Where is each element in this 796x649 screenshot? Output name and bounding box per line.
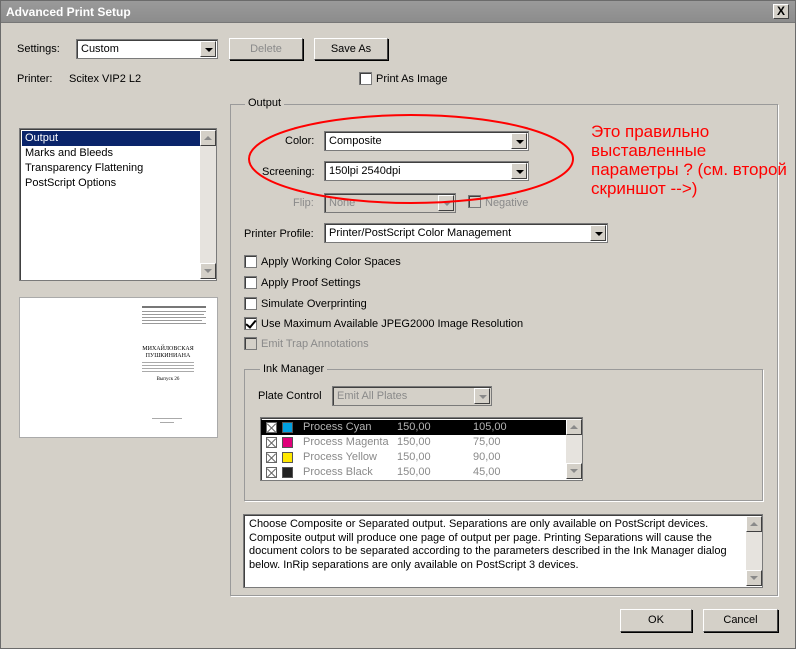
ink-lpi: 150,00	[397, 466, 431, 478]
sidebar-item-postscript-options[interactable]: PostScript Options	[25, 177, 116, 189]
plate-control-label: Plate Control	[258, 390, 322, 402]
emit-trap-annotations-checkbox[interactable]	[244, 337, 257, 350]
close-button[interactable]: X	[773, 4, 789, 19]
ink-lpi: 150,00	[397, 451, 431, 463]
print-ink-toggle-icon[interactable]	[266, 437, 277, 448]
ink-name: Process Cyan	[303, 421, 372, 433]
cancel-button[interactable]: Cancel	[703, 609, 778, 632]
description-line: Choose Composite or Separated output. Se…	[249, 518, 709, 530]
description-line: Composite output will produce one page o…	[249, 531, 712, 544]
red-ellipse-annotation	[248, 114, 574, 204]
scroll-down-icon[interactable]	[746, 570, 762, 586]
ink-row-process-magenta[interactable]: Process Magenta 150,00 75,00	[261, 435, 566, 450]
ink-name: Process Yellow	[303, 451, 377, 463]
description-line: below. InRip separations are only availa…	[249, 558, 579, 571]
delete-button[interactable]: Delete	[229, 38, 303, 60]
output-group-title: Output	[245, 97, 285, 109]
apply-proof-settings-checkbox[interactable]	[244, 276, 257, 289]
printer-profile-value: Printer/PostScript Color Management	[329, 227, 512, 239]
simulate-overprinting-label: Simulate Overprinting	[261, 298, 367, 310]
preview-text-line	[142, 317, 206, 318]
preview-text-line	[142, 368, 194, 369]
simulate-overprinting-checkbox[interactable]	[244, 297, 257, 310]
preview-text-line	[142, 323, 206, 324]
scroll-up-icon[interactable]	[200, 130, 216, 146]
print-as-image-checkbox[interactable]	[359, 72, 372, 85]
ink-list[interactable]: Process Cyan 150,00 105,00 Process Magen…	[260, 417, 583, 481]
preview-header-rule	[142, 306, 206, 308]
category-list[interactable]: Output Marks and Bleeds Transparency Fla…	[19, 128, 217, 281]
description-line: document colors to be separated accordin…	[249, 545, 727, 557]
ink-name: Process Black	[303, 466, 373, 478]
sidebar-item-output[interactable]: Output	[25, 132, 58, 144]
ink-lpi: 150,00	[397, 421, 431, 433]
preview-text-line	[142, 320, 202, 321]
annotation-ellipse	[248, 114, 574, 204]
ink-row-process-yellow[interactable]: Process Yellow 150,00 90,00	[261, 450, 566, 465]
ink-name: Process Magenta	[303, 436, 389, 448]
print-ink-toggle-icon[interactable]	[266, 467, 277, 478]
sidebar-item-marks-and-bleeds[interactable]: Marks and Bleeds	[25, 147, 113, 159]
ink-swatch-cyan	[282, 422, 293, 433]
print-as-image-label: Print As Image	[376, 73, 448, 85]
page-preview: МИХАЙЛОВСКАЯ ПУШКИНИАНА Выпуск 26	[19, 297, 218, 438]
save-as-button[interactable]: Save As	[314, 38, 388, 60]
apply-working-color-spaces-checkbox[interactable]	[244, 255, 257, 268]
annotation-text: Это правильно выставленные параметры ? (…	[591, 122, 787, 198]
scroll-down-icon[interactable]	[566, 463, 582, 479]
scroll-up-icon[interactable]	[566, 419, 582, 435]
max-jpeg2000-resolution-checkbox[interactable]	[244, 317, 257, 330]
ink-swatch-magenta	[282, 437, 293, 448]
ink-angle: 105,00	[473, 421, 507, 433]
ink-swatch-black	[282, 467, 293, 478]
apply-proof-settings-label: Apply Proof Settings	[261, 277, 361, 289]
ink-list-scrollbar[interactable]	[566, 419, 582, 479]
preview-text-line	[142, 314, 204, 315]
chevron-down-icon	[590, 225, 606, 241]
chevron-down-icon	[474, 388, 490, 404]
ink-angle: 75,00	[473, 436, 501, 448]
chevron-down-icon	[200, 41, 216, 57]
ink-angle: 45,00	[473, 466, 501, 478]
plate-control-value: Emit All Plates	[337, 390, 408, 402]
emit-trap-annotations-label: Emit Trap Annotations	[261, 338, 369, 350]
printer-label: Printer:	[17, 73, 53, 85]
preview-text-line	[142, 362, 194, 363]
scroll-down-icon[interactable]	[200, 263, 216, 279]
print-ink-toggle-icon[interactable]	[266, 452, 277, 463]
preview-text-line	[142, 371, 194, 372]
preview-heading: МИХАЙЛОВСКАЯ ПУШКИНИАНА	[142, 346, 194, 359]
scroll-up-icon[interactable]	[746, 516, 762, 532]
ok-button[interactable]: OK	[620, 609, 692, 632]
ink-lpi: 150,00	[397, 436, 431, 448]
printer-profile-label: Printer Profile:	[244, 228, 314, 240]
preview-issue: Выпуск 26	[156, 377, 180, 382]
window-title: Advanced Print Setup	[6, 5, 131, 19]
max-jpeg2000-resolution-label: Use Maximum Available JPEG2000 Image Res…	[261, 318, 524, 330]
sidebar-item-transparency-flattening[interactable]: Transparency Flattening	[25, 162, 143, 174]
settings-value: Custom	[81, 43, 119, 55]
ink-row-process-black[interactable]: Process Black 150,00 45,00	[261, 465, 566, 480]
printer-name: Scitex VIP2 L2	[69, 73, 142, 85]
preview-text-line	[142, 311, 206, 312]
preview-text-line	[152, 418, 182, 419]
print-ink-toggle-icon[interactable]	[266, 422, 277, 433]
printer-profile-dropdown[interactable]: Printer/PostScript Color Management	[324, 223, 608, 243]
plate-control-dropdown[interactable]: Emit All Plates	[332, 386, 492, 406]
advanced-print-setup-dialog: Advanced Print Setup X Settings: Custom …	[0, 0, 796, 649]
description-box: Choose Composite or Separated output. Se…	[243, 514, 763, 588]
ink-row-process-cyan[interactable]: Process Cyan 150,00 105,00	[261, 420, 566, 435]
category-list-scrollbar[interactable]	[200, 130, 216, 279]
description-text: Choose Composite or Separated output. Se…	[249, 518, 744, 572]
ink-swatch-yellow	[282, 452, 293, 463]
ink-manager-title: Ink Manager	[260, 363, 328, 375]
description-scrollbar[interactable]	[746, 516, 762, 586]
preview-text-line	[160, 422, 174, 423]
preview-text-line	[142, 365, 194, 366]
ink-angle: 90,00	[473, 451, 501, 463]
settings-dropdown[interactable]: Custom	[76, 39, 218, 59]
title-bar: Advanced Print Setup X	[1, 1, 795, 23]
settings-label: Settings:	[17, 43, 60, 55]
apply-working-color-spaces-label: Apply Working Color Spaces	[261, 256, 401, 268]
